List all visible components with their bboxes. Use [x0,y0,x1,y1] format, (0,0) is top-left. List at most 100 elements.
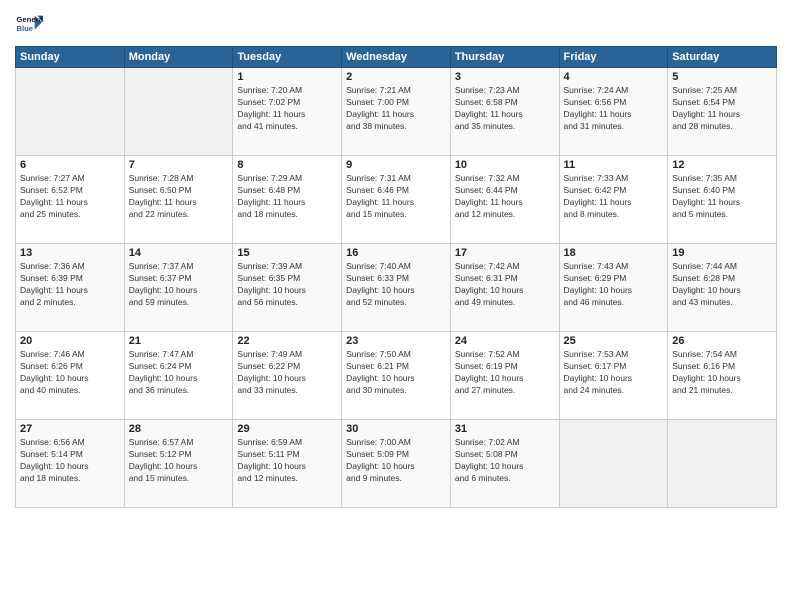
day-number: 12 [672,159,772,171]
day-info: Sunrise: 7:43 AM Sunset: 6:29 PM Dayligh… [564,261,664,309]
day-number: 4 [564,71,664,83]
day-number: 26 [672,335,772,347]
day-info: Sunrise: 7:20 AM Sunset: 7:02 PM Dayligh… [237,85,337,133]
day-info: Sunrise: 7:50 AM Sunset: 6:21 PM Dayligh… [346,349,446,397]
day-number: 3 [455,71,555,83]
calendar-cell: 11Sunrise: 7:33 AM Sunset: 6:42 PM Dayli… [559,156,668,244]
calendar-cell: 8 Sunrise: 7:29 AM Sunset: 6:48 PM Daylig… [233,156,342,244]
calendar-cell: 21 Sunrise: 7:47 AM Sunset: 6:24 PM Dayli… [124,332,233,420]
calendar-cell: 25 Sunrise: 7:53 AM Sunset: 6:17 PM Dayli… [559,332,668,420]
calendar-cell: 27 Sunrise: 6:56 AM Sunset: 5:14 PM Dayli… [16,420,125,508]
calendar-cell: 22 Sunrise: 7:49 AM Sunset: 6:22 PM Dayli… [233,332,342,420]
day-number: 30 [346,423,446,435]
day-info: Sunrise: 7:27 AM Sunset: 6:52 PM Dayligh… [20,173,120,221]
calendar-cell: 17 Sunrise: 7:42 AM Sunset: 6:31 PM Dayli… [450,244,559,332]
day-number: 2 [346,71,446,83]
day-number: 23 [346,335,446,347]
day-number: 7 [129,159,229,171]
day-info: Sunrise: 6:59 AM Sunset: 5:11 PM Dayligh… [237,437,337,485]
calendar-cell: 19 Sunrise: 7:44 AM Sunset: 6:28 PM Dayli… [668,244,777,332]
day-info: Sunrise: 7:02 AM Sunset: 5:08 PM Dayligh… [455,437,555,485]
day-number: 8 [237,159,337,171]
header: General Blue [15,10,777,38]
day-info: Sunrise: 6:57 AM Sunset: 5:12 PM Dayligh… [129,437,229,485]
calendar-cell: 23 Sunrise: 7:50 AM Sunset: 6:21 PM Dayli… [342,332,451,420]
weekday-header: Wednesday [342,47,451,68]
day-info: Sunrise: 7:37 AM Sunset: 6:37 PM Dayligh… [129,261,229,309]
weekday-header: Sunday [16,47,125,68]
day-info: Sunrise: 7:35 AM Sunset: 6:40 PM Dayligh… [672,173,772,221]
calendar-cell: 13 Sunrise: 7:36 AM Sunset: 6:39 PM Dayli… [16,244,125,332]
day-info: Sunrise: 7:00 AM Sunset: 5:09 PM Dayligh… [346,437,446,485]
day-info: Sunrise: 7:49 AM Sunset: 6:22 PM Dayligh… [237,349,337,397]
day-info: Sunrise: 6:56 AM Sunset: 5:14 PM Dayligh… [20,437,120,485]
day-info: Sunrise: 7:42 AM Sunset: 6:31 PM Dayligh… [455,261,555,309]
day-info: Sunrise: 7:32 AM Sunset: 6:44 PM Dayligh… [455,173,555,221]
calendar-cell: 1 Sunrise: 7:20 AM Sunset: 7:02 PM Daylig… [233,68,342,156]
day-number: 29 [237,423,337,435]
day-number: 31 [455,423,555,435]
day-number: 20 [20,335,120,347]
calendar-cell [16,68,125,156]
day-number: 13 [20,247,120,259]
day-info: Sunrise: 7:33 AM Sunset: 6:42 PM Dayligh… [564,173,664,221]
day-number: 21 [129,335,229,347]
day-number: 1 [237,71,337,83]
calendar-cell [668,420,777,508]
day-info: Sunrise: 7:21 AM Sunset: 7:00 PM Dayligh… [346,85,446,133]
calendar-cell: 15 Sunrise: 7:39 AM Sunset: 6:35 PM Dayli… [233,244,342,332]
calendar-cell: 18 Sunrise: 7:43 AM Sunset: 6:29 PM Dayli… [559,244,668,332]
day-number: 15 [237,247,337,259]
svg-text:Blue: Blue [16,24,33,33]
day-number: 6 [20,159,120,171]
weekday-header: Thursday [450,47,559,68]
day-number: 5 [672,71,772,83]
logo: General Blue [15,10,43,38]
calendar-cell: 28Sunrise: 6:57 AM Sunset: 5:12 PM Dayli… [124,420,233,508]
calendar-week-row: 20 Sunrise: 7:46 AM Sunset: 6:26 PM Dayli… [16,332,777,420]
calendar-cell [559,420,668,508]
day-info: Sunrise: 7:39 AM Sunset: 6:35 PM Dayligh… [237,261,337,309]
day-number: 9 [346,159,446,171]
calendar-cell: 3Sunrise: 7:23 AM Sunset: 6:58 PM Daylig… [450,68,559,156]
day-info: Sunrise: 7:53 AM Sunset: 6:17 PM Dayligh… [564,349,664,397]
svg-text:General: General [16,15,43,24]
day-info: Sunrise: 7:24 AM Sunset: 6:56 PM Dayligh… [564,85,664,133]
day-info: Sunrise: 7:36 AM Sunset: 6:39 PM Dayligh… [20,261,120,309]
day-info: Sunrise: 7:47 AM Sunset: 6:24 PM Dayligh… [129,349,229,397]
calendar-cell [124,68,233,156]
day-number: 27 [20,423,120,435]
day-info: Sunrise: 7:52 AM Sunset: 6:19 PM Dayligh… [455,349,555,397]
calendar-cell: 7 Sunrise: 7:28 AM Sunset: 6:50 PM Daylig… [124,156,233,244]
calendar-cell: 5Sunrise: 7:25 AM Sunset: 6:54 PM Daylig… [668,68,777,156]
calendar-week-row: 1 Sunrise: 7:20 AM Sunset: 7:02 PM Daylig… [16,68,777,156]
day-number: 18 [564,247,664,259]
day-info: Sunrise: 7:46 AM Sunset: 6:26 PM Dayligh… [20,349,120,397]
day-number: 22 [237,335,337,347]
calendar-cell: 16Sunrise: 7:40 AM Sunset: 6:33 PM Dayli… [342,244,451,332]
day-info: Sunrise: 7:29 AM Sunset: 6:48 PM Dayligh… [237,173,337,221]
weekday-header: Tuesday [233,47,342,68]
calendar-table: SundayMondayTuesdayWednesdayThursdayFrid… [15,46,777,508]
day-number: 14 [129,247,229,259]
calendar-cell: 2 Sunrise: 7:21 AM Sunset: 7:00 PM Daylig… [342,68,451,156]
calendar-week-row: 27 Sunrise: 6:56 AM Sunset: 5:14 PM Dayli… [16,420,777,508]
calendar-cell: 30 Sunrise: 7:00 AM Sunset: 5:09 PM Dayli… [342,420,451,508]
day-number: 19 [672,247,772,259]
calendar-cell: 14 Sunrise: 7:37 AM Sunset: 6:37 PM Dayli… [124,244,233,332]
calendar-cell: 26Sunrise: 7:54 AM Sunset: 6:16 PM Dayli… [668,332,777,420]
day-number: 25 [564,335,664,347]
day-info: Sunrise: 7:28 AM Sunset: 6:50 PM Dayligh… [129,173,229,221]
calendar-cell: 9 Sunrise: 7:31 AM Sunset: 6:46 PM Daylig… [342,156,451,244]
calendar-cell: 20 Sunrise: 7:46 AM Sunset: 6:26 PM Dayli… [16,332,125,420]
weekday-header: Friday [559,47,668,68]
logo-icon: General Blue [15,10,43,38]
day-info: Sunrise: 7:44 AM Sunset: 6:28 PM Dayligh… [672,261,772,309]
day-number: 17 [455,247,555,259]
calendar-cell: 12 Sunrise: 7:35 AM Sunset: 6:40 PM Dayli… [668,156,777,244]
day-info: Sunrise: 7:40 AM Sunset: 6:33 PM Dayligh… [346,261,446,309]
day-number: 10 [455,159,555,171]
weekday-header: Monday [124,47,233,68]
calendar-week-row: 6 Sunrise: 7:27 AM Sunset: 6:52 PM Daylig… [16,156,777,244]
day-info: Sunrise: 7:31 AM Sunset: 6:46 PM Dayligh… [346,173,446,221]
